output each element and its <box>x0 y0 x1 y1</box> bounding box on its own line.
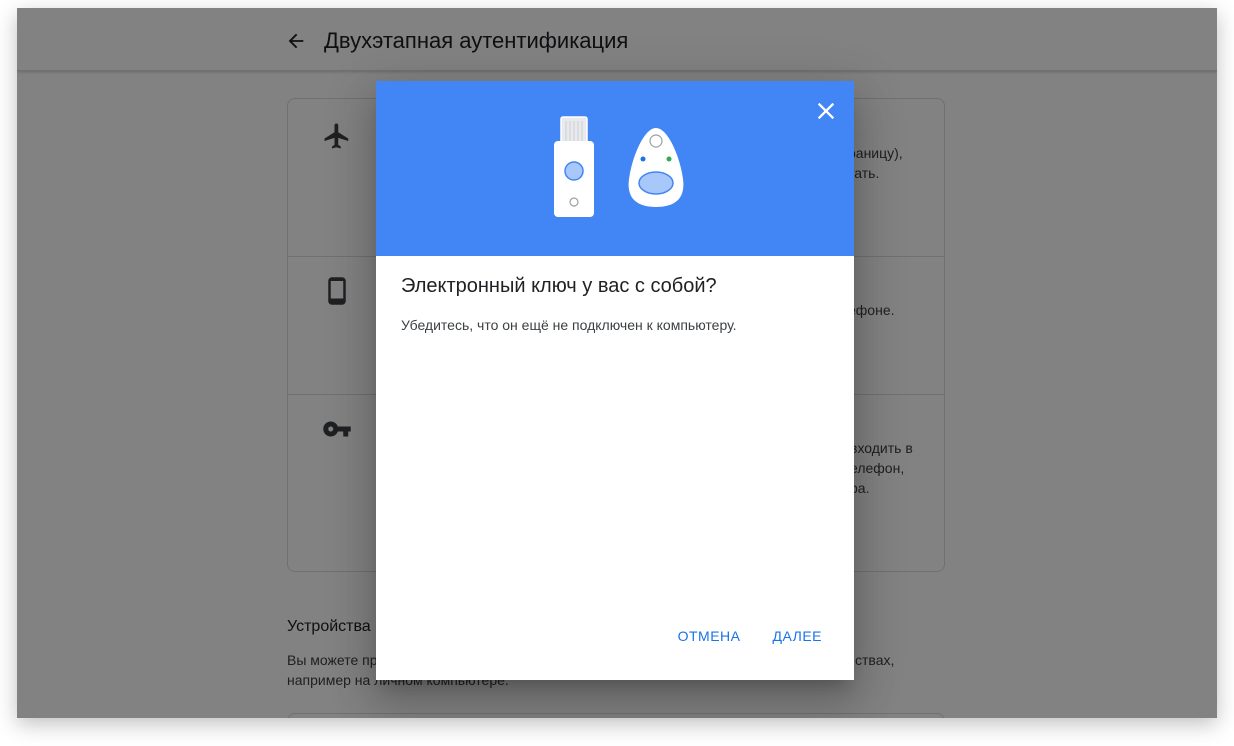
dialog-actions: ОТМЕНА ДАЛЕЕ <box>666 620 834 652</box>
security-keys-illustration-icon <box>554 116 684 217</box>
security-key-dialog: Электронный ключ у вас с собой? Убедитес… <box>376 81 854 680</box>
dialog-body-text: Убедитесь, что он ещё не подключен к ком… <box>401 317 737 333</box>
close-icon[interactable] <box>812 97 840 125</box>
cancel-button[interactable]: ОТМЕНА <box>666 620 753 652</box>
browser-viewport: Двухэтапная аутентификация раницу), тать… <box>17 8 1217 718</box>
next-button[interactable]: ДАЛЕЕ <box>761 620 835 652</box>
dialog-hero-banner <box>376 81 854 256</box>
dialog-title: Электронный ключ у вас с собой? <box>401 275 717 297</box>
